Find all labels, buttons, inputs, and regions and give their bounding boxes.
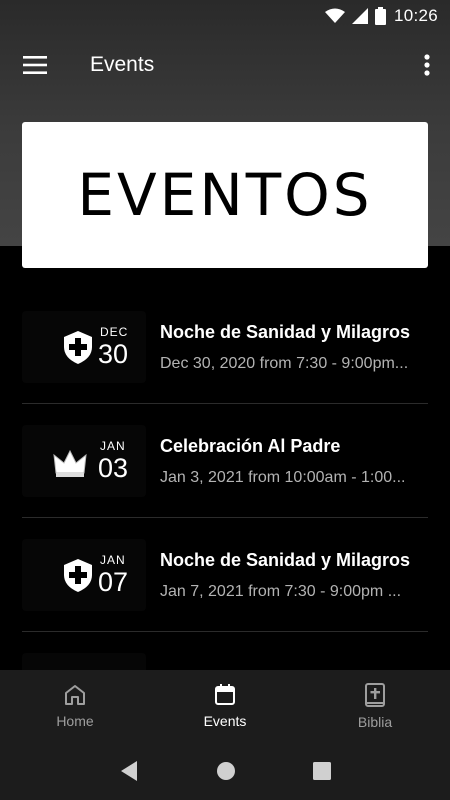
event-thumbnail: DEC 30: [22, 311, 146, 383]
event-row[interactable]: JAN 03 Celebración Al Padre Jan 3, 2021 …: [0, 404, 450, 518]
event-datetime: Jan 3, 2021 from 10:00am - 1:00...: [160, 468, 406, 486]
event-month: JAN: [100, 553, 126, 567]
nav-home-label: Home: [56, 713, 94, 729]
calendar-icon: [215, 684, 235, 705]
home-icon: [65, 685, 85, 705]
home-circle-icon[interactable]: [216, 761, 236, 781]
event-datetime: Dec 30, 2020 from 7:30 - 9:00pm...: [160, 354, 409, 372]
shield-cross-icon: [64, 331, 92, 364]
event-title: Noche de Sanidad y Milagros: [160, 549, 411, 570]
event-day: 03: [98, 453, 129, 483]
event-month: JAN: [100, 439, 126, 453]
event-thumbnail: JAN 03: [22, 425, 146, 497]
nav-events-label: Events: [203, 713, 247, 729]
nav-biblia-label: Biblia: [357, 714, 393, 730]
battery-icon: [374, 7, 386, 25]
more-vert-icon: [424, 54, 430, 76]
app-bar: Events: [0, 32, 450, 98]
event-list[interactable]: DEC 30 Noche de Sanidad y Milagros Dec 3…: [0, 290, 450, 670]
back-icon[interactable]: [119, 760, 139, 782]
status-bar: 10:26: [0, 0, 450, 32]
page-title: Events: [90, 53, 155, 76]
event-day: 30: [98, 339, 129, 369]
system-navigation-bar: [0, 742, 450, 800]
banner-title: EVENTOS: [77, 161, 373, 229]
event-day: 07: [98, 567, 129, 597]
event-title: Noche de Sanidad y Milagros: [160, 321, 411, 342]
events-banner: EVENTOS: [22, 122, 428, 268]
event-row[interactable]: [0, 632, 450, 670]
overflow-menu-button[interactable]: [404, 32, 450, 98]
menu-button[interactable]: [0, 32, 70, 98]
event-title: Celebración Al Padre: [160, 435, 341, 456]
event-row[interactable]: JAN 07 Noche de Sanidad y Milagros Jan 7…: [0, 518, 450, 632]
event-row[interactable]: DEC 30 Noche de Sanidad y Milagros Dec 3…: [0, 290, 450, 404]
event-thumbnail: JAN 07: [22, 539, 146, 611]
event-datetime: Jan 7, 2021 from 7:30 - 9:00pm ...: [160, 582, 402, 600]
nav-biblia[interactable]: Biblia: [300, 670, 450, 742]
event-thumbnail: [22, 653, 146, 670]
bottom-navigation: Home Events Biblia: [0, 670, 450, 742]
cell-signal-icon: [351, 8, 368, 24]
event-month: DEC: [100, 325, 129, 339]
event-text: Celebración Al Padre Jan 3, 2021 from 10…: [160, 436, 428, 487]
crown-icon: [53, 449, 87, 477]
status-time: 10:26: [393, 6, 438, 25]
nav-events[interactable]: Events: [150, 670, 300, 742]
shield-cross-icon: [64, 559, 92, 592]
bible-icon: [365, 683, 385, 707]
event-text: Noche de Sanidad y Milagros Dec 30, 2020…: [160, 322, 428, 373]
wifi-icon: [324, 8, 345, 23]
hamburger-menu-icon: [23, 56, 47, 74]
recents-icon[interactable]: [313, 762, 332, 780]
event-text: Noche de Sanidad y Milagros Jan 7, 2021 …: [160, 550, 428, 601]
status-icons: [324, 7, 386, 25]
nav-home[interactable]: Home: [0, 670, 150, 742]
